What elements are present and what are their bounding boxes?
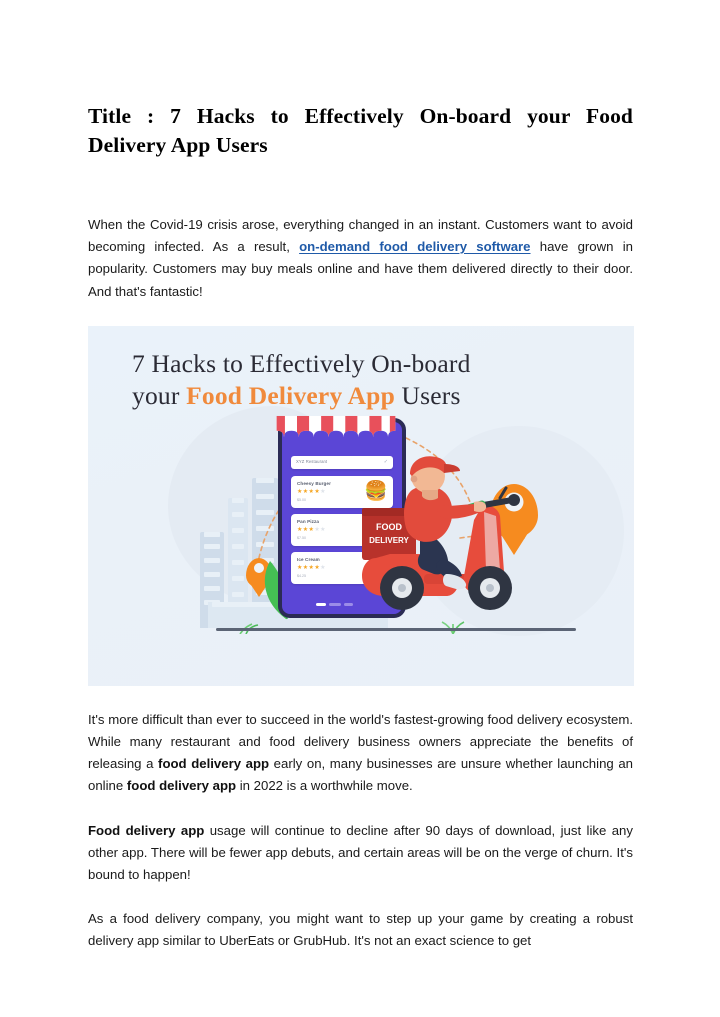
food-item-price: $4.25 [297,573,306,578]
banner-heading-line-2: your Food Delivery App Users [132,380,602,412]
banner-heading-accent: Food Delivery App [186,380,395,410]
p2-text-part-3: in 2022 is a worthwhile move. [236,778,413,794]
food-item-rating: ★★★★★ [297,526,326,533]
p3-bold-1: Food delivery app [88,822,205,838]
paragraph-3: Food delivery app usage will continue to… [88,820,633,887]
ground-line [216,627,576,631]
page-title-line-1: Title : 7 Hacks to Effectively On-board … [88,104,633,128]
document-page: Title : 7 Hacks to Effectively On-board … [0,0,720,1017]
grass-tuft-icon [441,621,465,634]
phone-footer-bar [316,603,353,606]
restaurant-search-text: XYZ Restaurant [296,458,328,464]
banner-heading-post: Users [394,380,461,410]
food-item-name: Pan Pizza [297,518,320,524]
food-item-price: $5.00 [297,497,306,502]
paragraph-2: It's more difficult than ever to succeed… [88,709,633,798]
p4-text-part-1: As a food delivery company, you might wa… [88,911,633,949]
food-item-name: Ice Cream [297,556,320,562]
page-title-line-2: Delivery App Users [88,133,268,157]
food-item-price: $7.50 [297,535,306,540]
paragraph-4: As a food delivery company, you might wa… [88,908,633,952]
banner-heading-pre: your [132,380,187,410]
delivery-scooter-rider: FOOD DELIVERY [362,456,520,610]
rear-wheel [380,565,424,610]
p2-bold-1: food delivery app [158,756,270,772]
banner-heading: 7 Hacks to Effectively On-board your Foo… [132,348,602,412]
document-content: Title : 7 Hacks to Effectively On-board … [88,0,634,953]
article-banner-image: XYZ Restaurant ✓ Cheesy Burger ★★★★★ $5.… [88,325,634,686]
striped-awning [276,415,396,438]
p2-bold-2: food delivery app [126,778,237,794]
delivery-box-line2: DELIVERY [369,536,409,545]
front-wheel [468,565,512,610]
delivery-box-line1: FOOD [376,522,402,532]
food-item-rating: ★★★★★ [297,564,326,571]
grass-tuft-icon [239,623,259,634]
banner-heading-line-1: 7 Hacks to Effectively On-board [132,348,471,378]
on-demand-food-delivery-software-link[interactable]: on-demand food delivery software [299,239,530,254]
food-item-rating: ★★★★★ [297,488,326,495]
page-title: Title : 7 Hacks to Effectively On-board … [88,0,633,160]
food-item-name: Cheesy Burger [297,480,331,486]
paragraph-intro: When the Covid-19 crisis arose, everythi… [88,214,633,303]
